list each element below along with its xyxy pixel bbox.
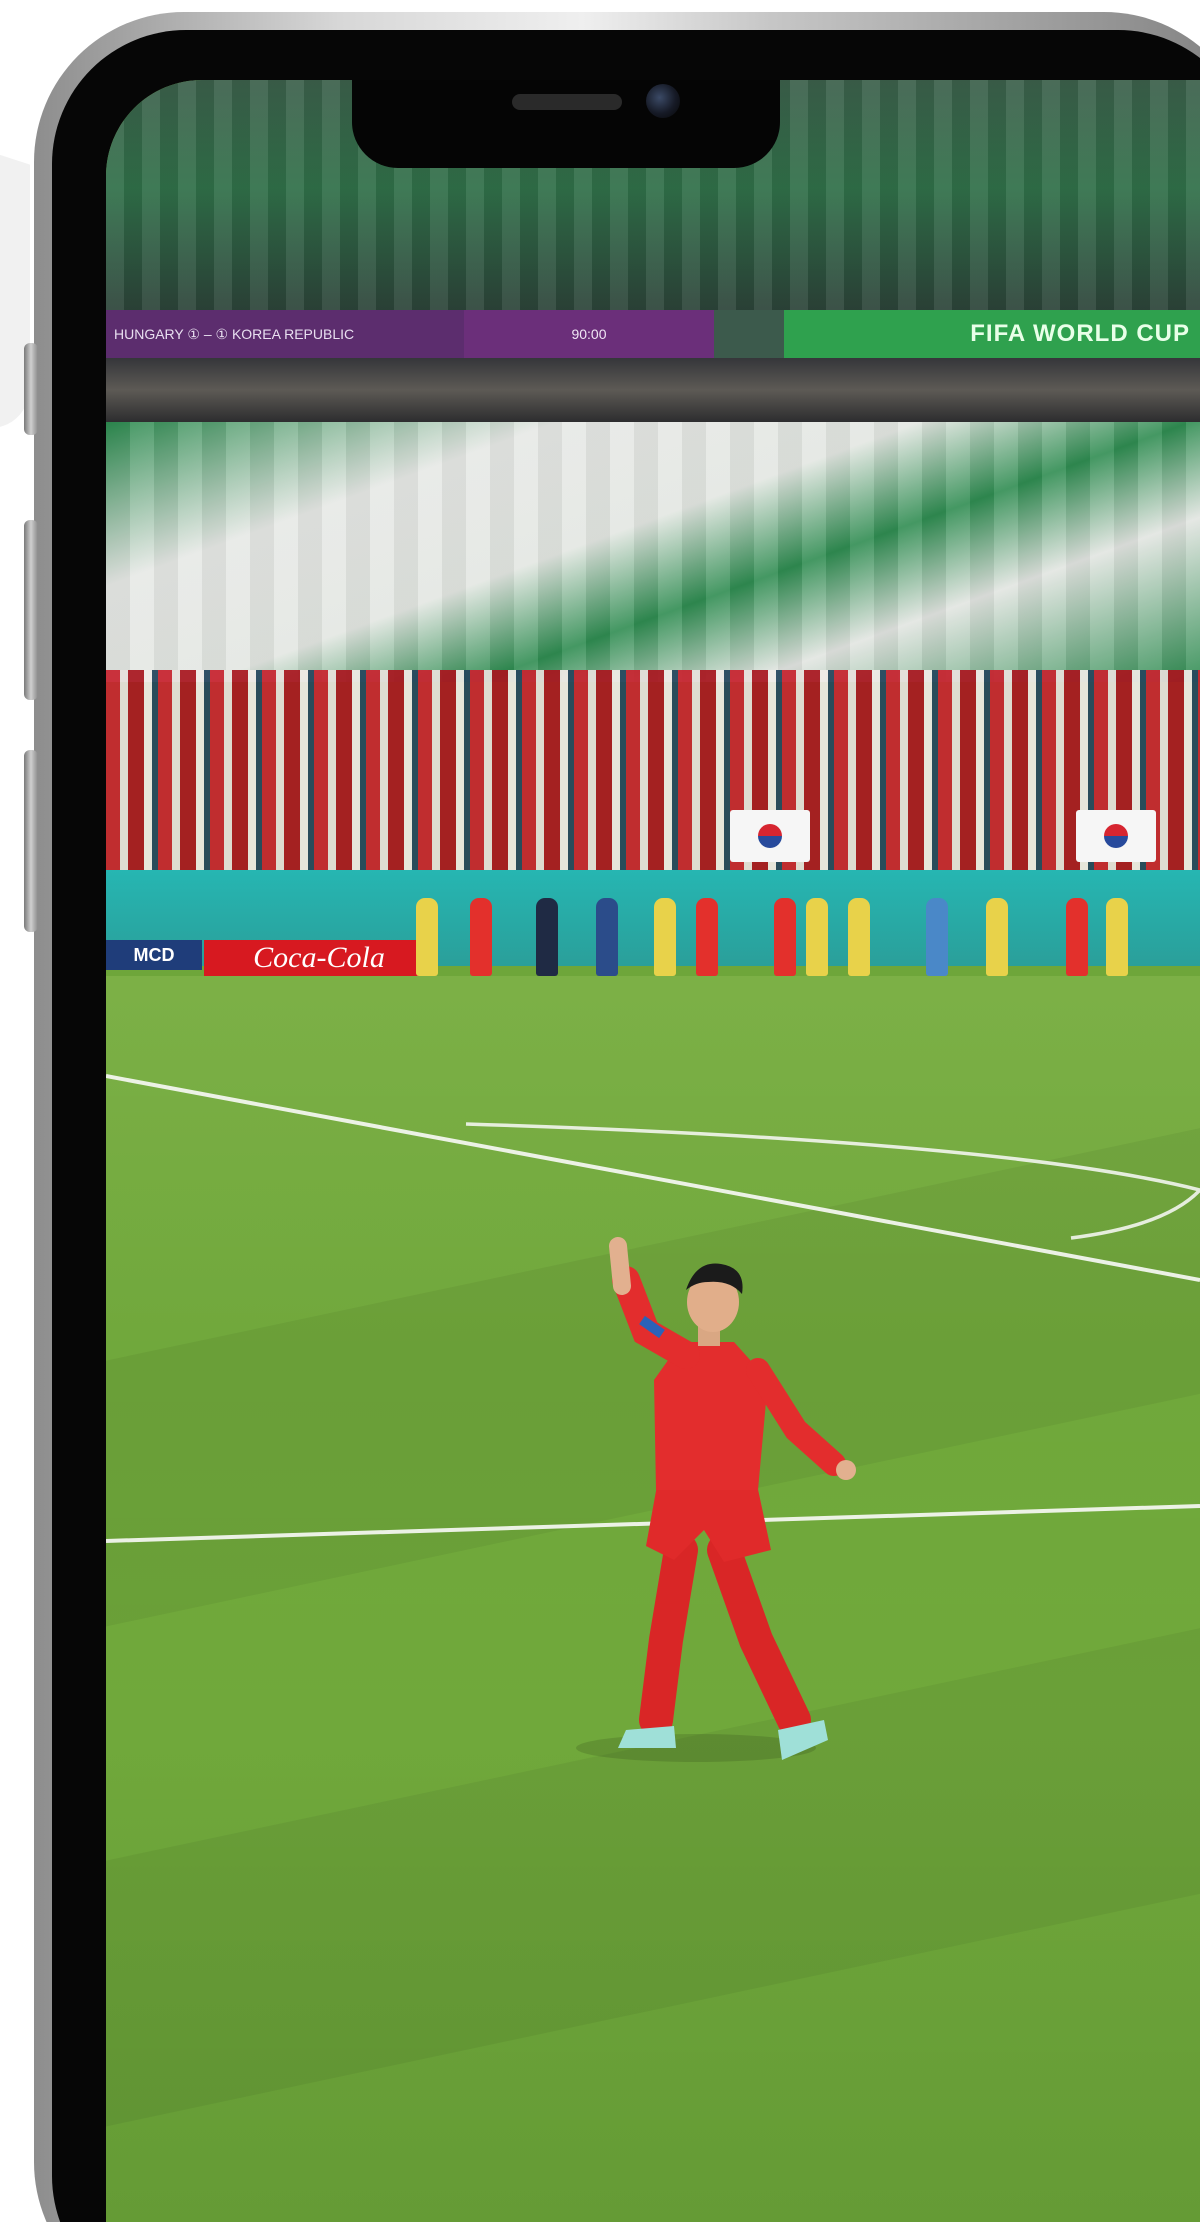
silent-switch bbox=[24, 343, 38, 435]
staff-figure bbox=[536, 898, 558, 976]
staff-figure bbox=[416, 898, 438, 976]
pitch-markings bbox=[106, 1074, 1200, 1543]
page: HUNGARY ① – ① KOREA REPUBLIC 90:00 FIFA … bbox=[0, 0, 1200, 2222]
football-pitch bbox=[106, 976, 1200, 2222]
volume-down-button bbox=[24, 750, 38, 932]
volume-up-button bbox=[24, 520, 38, 700]
staff-figure bbox=[1066, 898, 1088, 976]
staff-figure bbox=[848, 898, 870, 976]
staff-figure bbox=[696, 898, 718, 976]
staff-figure bbox=[774, 898, 796, 976]
fans-crowd bbox=[106, 670, 1200, 870]
staff-figure bbox=[654, 898, 676, 976]
staff-figure bbox=[926, 898, 948, 976]
tournament-banner: FIFA WORLD CUP bbox=[784, 310, 1200, 358]
staff-figure bbox=[596, 898, 618, 976]
score-banner: HUNGARY ① – ① KOREA REPUBLIC bbox=[106, 310, 464, 358]
halfway-line bbox=[106, 1504, 1200, 1543]
korea-flag-icon bbox=[730, 810, 810, 862]
speaker-grille bbox=[512, 94, 622, 110]
korea-flag-icon bbox=[1076, 810, 1156, 862]
lower-stands-seats bbox=[106, 422, 1200, 682]
bench-staff-row bbox=[386, 880, 1200, 976]
penalty-arc bbox=[465, 1122, 1200, 1240]
concourse bbox=[106, 358, 1200, 422]
staff-figure bbox=[470, 898, 492, 976]
front-camera-icon bbox=[646, 84, 680, 118]
stadium-led-banner: HUNGARY ① – ① KOREA REPUBLIC 90:00 FIFA … bbox=[106, 310, 1200, 358]
staff-figure bbox=[1106, 898, 1128, 976]
emblem-banner bbox=[714, 310, 784, 358]
ad-left-brand: MCD bbox=[106, 940, 202, 970]
touchline bbox=[106, 1074, 1200, 1282]
staff-figure bbox=[806, 898, 828, 976]
clock-banner: 90:00 bbox=[464, 310, 714, 358]
staff-figure bbox=[986, 898, 1008, 976]
phone-screen: HUNGARY ① – ① KOREA REPUBLIC 90:00 FIFA … bbox=[106, 80, 1200, 2222]
notch bbox=[352, 80, 780, 168]
